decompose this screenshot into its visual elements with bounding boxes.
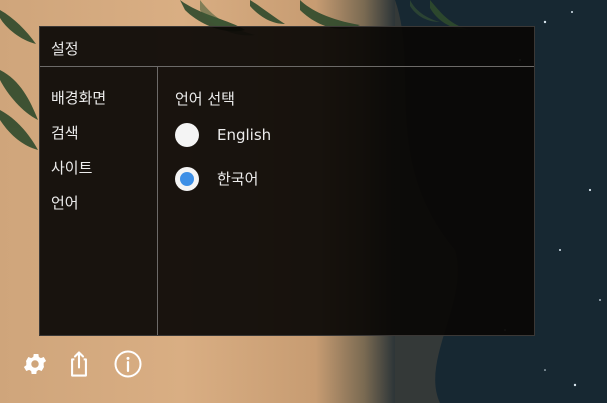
settings-sidebar: 배경화면 검색 사이트 언어 xyxy=(40,67,158,335)
sidebar-item-search[interactable]: 검색 xyxy=(40,123,157,158)
info-icon xyxy=(114,350,142,378)
sidebar-item-sites[interactable]: 사이트 xyxy=(40,158,157,193)
language-option-english[interactable]: English xyxy=(175,115,534,159)
settings-panel: 설정 배경화면 검색 사이트 언어 언어 선택 English 한국어 xyxy=(39,26,535,336)
radio-label-korean: 한국어 xyxy=(217,170,259,188)
info-button[interactable] xyxy=(111,346,145,382)
sidebar-item-wallpaper[interactable]: 배경화면 xyxy=(40,88,157,123)
panel-title: 설정 xyxy=(40,27,534,67)
settings-button[interactable] xyxy=(18,346,52,382)
language-option-korean[interactable]: 한국어 xyxy=(175,159,534,203)
settings-body: 배경화면 검색 사이트 언어 언어 선택 English 한국어 xyxy=(40,67,534,335)
sidebar-item-language[interactable]: 언어 xyxy=(40,193,157,228)
bottom-toolbar xyxy=(0,346,200,386)
language-settings-content: 언어 선택 English 한국어 xyxy=(159,67,534,335)
share-button[interactable] xyxy=(62,346,96,382)
language-section-title: 언어 선택 xyxy=(175,90,235,108)
radio-korean[interactable] xyxy=(175,167,199,191)
desktop-background: 설정 배경화면 검색 사이트 언어 언어 선택 English 한국어 xyxy=(0,0,607,403)
radio-english[interactable] xyxy=(175,123,199,147)
radio-label-english: English xyxy=(217,126,272,144)
gear-icon xyxy=(23,353,47,375)
share-icon xyxy=(71,351,87,377)
